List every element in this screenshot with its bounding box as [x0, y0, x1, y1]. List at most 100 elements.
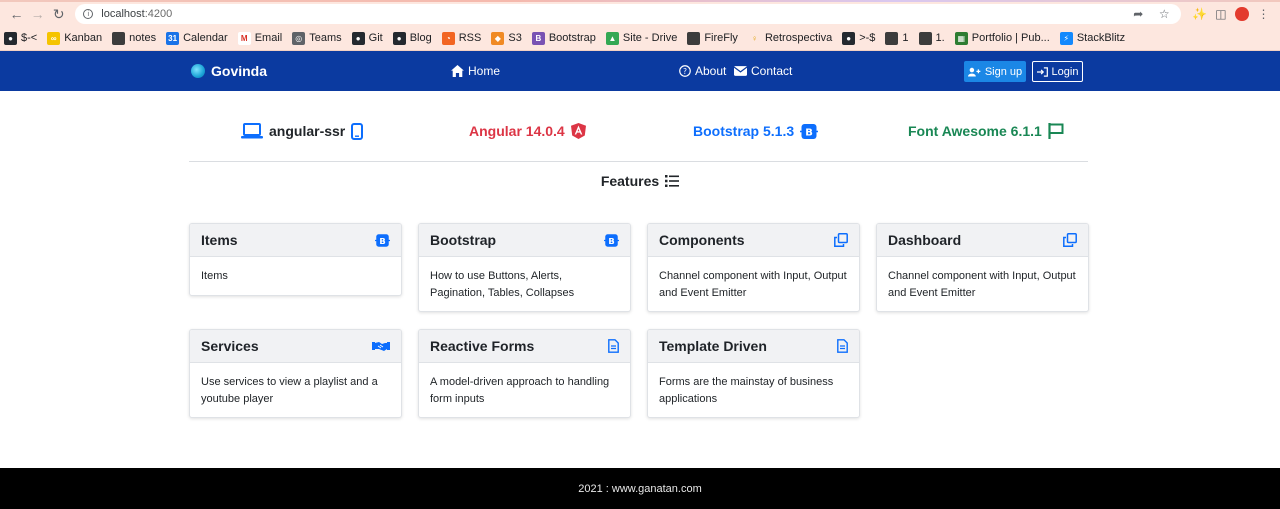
tech-label: Angular 14.0.4 — [469, 123, 565, 139]
card-header: Dashboard — [877, 224, 1088, 257]
flag-icon — [1048, 123, 1064, 139]
folder-icon — [687, 31, 701, 45]
app-navbar: Govinda Home ? About Contact Sign up Log… — [0, 51, 1280, 91]
feature-card-bootstrap[interactable]: Bootstrap B How to use Buttons, Alerts, … — [418, 223, 631, 312]
bookmark-label: Portfolio | Pub... — [971, 32, 1050, 44]
feature-card-template-driven[interactable]: Template Driven Forms are the mainstay o… — [647, 329, 860, 418]
tech-angular-ssr: angular-ssr — [235, 121, 369, 141]
kanban-icon: ∞ — [47, 31, 61, 45]
feature-card-reactive-forms[interactable]: Reactive Forms A model-driven approach t… — [418, 329, 631, 418]
bookmark-item[interactable]: B Bootstrap — [531, 31, 596, 45]
card-title: Reactive Forms — [430, 338, 535, 354]
handshake-icon — [372, 342, 390, 351]
card-title: Bootstrap — [430, 232, 497, 248]
login-button[interactable]: Login — [1032, 61, 1083, 82]
card-header: Bootstrap B — [419, 224, 630, 257]
bookmark-item[interactable]: ◆ S3 — [491, 31, 522, 45]
card-text: Use services to view a playlist and a yo… — [201, 376, 378, 405]
tech-label: Bootstrap 5.1.3 — [693, 123, 795, 139]
bookmark-label: 1 — [902, 32, 909, 44]
browser-toolbar: ← → ↻ i localhost:4200 ➦ ☆ ✨ ◫ ⋮ — [0, 2, 1280, 26]
svg-text:B: B — [379, 235, 385, 245]
back-icon[interactable]: ← — [6, 4, 27, 24]
forward-icon[interactable]: → — [27, 4, 48, 24]
bookmark-item[interactable]: ∞ Kanban — [47, 31, 103, 45]
nav-contact[interactable]: Contact — [734, 51, 792, 91]
reload-icon[interactable]: ↻ — [48, 4, 69, 24]
bookmark-item[interactable]: FireFly — [687, 31, 738, 45]
home-icon — [451, 65, 464, 77]
brand-logo-icon — [191, 64, 205, 78]
aws-icon: ◆ — [491, 31, 505, 45]
bookmark-label: S3 — [508, 32, 522, 44]
card-title: Dashboard — [888, 232, 962, 248]
rss-icon: ◔ — [441, 31, 455, 45]
bookmark-item[interactable]: ⚡ StackBlitz — [1059, 31, 1126, 45]
card-header: Template Driven — [648, 330, 859, 363]
bookmark-label: Kanban — [64, 32, 103, 44]
bookmark-item[interactable]: ◔ RSS — [441, 31, 481, 45]
angular-icon — [570, 123, 586, 139]
feature-card-services[interactable]: Services Use services to view a playlist… — [189, 329, 402, 418]
svg-text:B: B — [608, 235, 614, 245]
nav-home[interactable]: Home — [451, 51, 500, 91]
card-text: Items — [201, 270, 228, 282]
section-divider — [189, 161, 1088, 162]
url-port: :4200 — [144, 8, 173, 20]
bookmark-item[interactable]: ● $-< — [4, 31, 37, 45]
bookmark-item[interactable]: M Email — [237, 31, 282, 45]
brand[interactable]: Govinda — [191, 51, 267, 91]
feature-card-components[interactable]: Components Channel component with Input,… — [647, 223, 860, 312]
bookmark-label: 1. — [935, 32, 945, 44]
address-bar[interactable]: i localhost:4200 ➦ ☆ — [75, 4, 1182, 24]
github-icon: ● — [842, 31, 856, 45]
site-info-icon[interactable]: i — [83, 9, 94, 19]
bookmark-item[interactable]: notes — [112, 31, 157, 45]
feature-card-items[interactable]: Items B Items — [189, 223, 402, 296]
nav-about-label: About — [695, 64, 727, 78]
signup-button[interactable]: Sign up — [964, 61, 1026, 82]
extensions-icon[interactable]: ✨ — [1189, 7, 1210, 21]
share-icon[interactable]: ➦ — [1129, 7, 1147, 21]
svg-text:?: ? — [683, 67, 687, 76]
profile-avatar[interactable] — [1235, 7, 1249, 21]
bookmark-label: Bootstrap — [548, 32, 596, 44]
bookmark-item[interactable]: ▲ Site - Drive — [605, 31, 677, 45]
side-panel-icon[interactable]: ◫ — [1210, 7, 1231, 21]
page-footer: 2021 : www.ganatan.com — [0, 468, 1280, 509]
bookmark-item[interactable]: 31 Calendar — [166, 31, 228, 45]
laptop-icon — [241, 123, 263, 139]
bookmark-item[interactable]: ● >-$ — [842, 31, 876, 45]
bookmark-item[interactable]: ● Git — [351, 31, 383, 45]
bookmark-item[interactable]: ● Blog — [392, 31, 432, 45]
bookmark-item[interactable]: ◎ Teams — [292, 31, 342, 45]
bookmark-item[interactable]: ♀ Retrospectiva — [747, 31, 832, 45]
card-header: Reactive Forms — [419, 330, 630, 363]
bookmark-star-icon[interactable]: ☆ — [1155, 7, 1173, 21]
card-title: Items — [201, 232, 238, 248]
nav-about[interactable]: ? About — [679, 51, 726, 91]
clone-icon — [834, 233, 848, 247]
bookmark-item[interactable]: ▦ Portfolio | Pub... — [954, 31, 1050, 45]
bookmark-label: notes — [129, 32, 157, 44]
bookmark-item[interactable]: 1 — [885, 31, 909, 45]
bookmark-item[interactable]: 1. — [918, 31, 945, 45]
tech-angular: Angular 14.0.4 — [469, 121, 592, 141]
bootstrap-icon: B — [604, 233, 619, 247]
portfolio-icon: ▦ — [954, 31, 968, 45]
bookmark-label: >-$ — [859, 32, 876, 44]
tech-label: angular-ssr — [269, 123, 346, 139]
user-plus-icon — [967, 67, 981, 77]
gmail-icon: M — [237, 31, 251, 45]
feature-card-dashboard[interactable]: Dashboard Channel component with Input, … — [876, 223, 1089, 312]
github-icon: ● — [392, 31, 406, 45]
bootstrap-icon: B — [531, 31, 545, 45]
signup-label: Sign up — [984, 65, 1023, 78]
folder-icon — [112, 31, 126, 45]
bookmark-label: StackBlitz — [1076, 32, 1126, 44]
menu-icon[interactable]: ⋮ — [1253, 7, 1274, 21]
login-label: Login — [1051, 65, 1079, 78]
card-header: Services — [190, 330, 401, 363]
card-text: A model-driven approach to handling form… — [430, 376, 610, 405]
card-text: Channel component with Input, Output and… — [888, 270, 1076, 299]
